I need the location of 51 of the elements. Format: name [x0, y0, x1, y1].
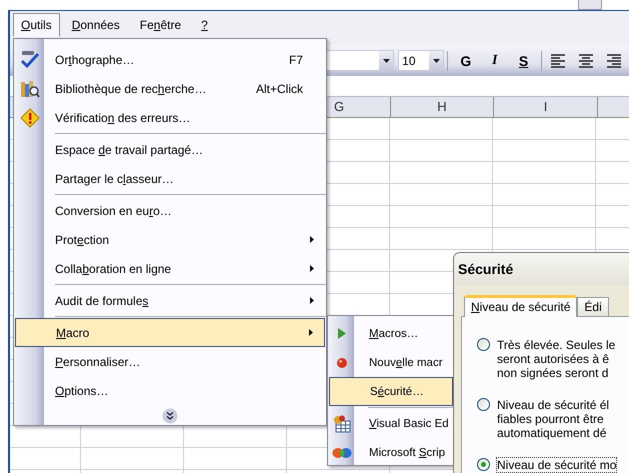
menu-item[interactable]: Macros… [328, 319, 454, 348]
menu-item[interactable]: Options… [14, 376, 326, 405]
menu-item[interactable]: Orthographe… F7 [14, 45, 326, 74]
radio-button[interactable] [477, 338, 490, 351]
books-magnifier-icon [20, 78, 40, 98]
script-editor-icon [332, 446, 352, 460]
menu-item[interactable]: Protection [14, 225, 326, 254]
menu-item[interactable]: Nouvelle macr [328, 348, 454, 377]
shortcut-label: Alt+Click [256, 82, 303, 96]
shortcut-label: F7 [288, 52, 303, 66]
caret-icon [382, 58, 390, 62]
radio-button[interactable] [477, 458, 490, 471]
menu-item[interactable]: Visual Basic Ed [328, 409, 454, 438]
font-size-combo[interactable]: 10 [398, 50, 444, 71]
warning-icon [20, 108, 40, 128]
menu-title[interactable]: Outils [13, 13, 60, 37]
menu-item[interactable]: Partager le classeur… [14, 164, 326, 193]
column-header[interactable]: I [493, 97, 598, 117]
menu-title[interactable]: Données [64, 13, 128, 37]
format-button[interactable]: S [510, 50, 538, 72]
align-right-icon[interactable] [606, 54, 622, 68]
play-icon [338, 328, 346, 339]
dropdown-button[interactable] [379, 51, 394, 70]
column-header[interactable]: H [390, 97, 493, 117]
menu-item[interactable]: Espace de travail partagé… [14, 135, 326, 164]
menu-item[interactable]: Audit de formules [14, 286, 326, 315]
record-icon [337, 358, 347, 368]
menu-title[interactable]: Fenêtre [132, 13, 190, 37]
option-text: Niveau de sécurité mo [496, 457, 618, 473]
format-button[interactable]: I [481, 50, 508, 72]
spell-check-icon [20, 50, 40, 70]
option-text: Très élevée. Seules le seront autorisées à ê non signées seront d [496, 337, 616, 381]
menu-item[interactable]: Conversion en euro… [14, 196, 326, 225]
menu-title[interactable]: ? [193, 13, 216, 37]
menu-item[interactable]: Personnaliser… [14, 347, 326, 376]
menu-item[interactable]: Sécurité… [329, 377, 453, 406]
tab[interactable]: Niveau de sécurité [464, 295, 578, 317]
dialog-title: Sécurité [454, 253, 629, 285]
align-center-icon[interactable] [578, 54, 594, 68]
menu-item[interactable]: Macro [15, 318, 325, 347]
format-button[interactable]: G [452, 50, 480, 72]
tab[interactable]: Édi [577, 297, 609, 316]
expand-chevron-icon[interactable] [162, 408, 178, 424]
menu-item[interactable]: Microsoft Scrip [328, 438, 454, 465]
radio-button[interactable] [477, 398, 490, 411]
align-left-icon[interactable] [550, 54, 566, 68]
option-text: Niveau de sécurité él fiables pourront être automatiquement dé [496, 397, 610, 441]
code-editor-icon [333, 414, 351, 432]
menu-item[interactable]: Collaboration en ligne [14, 254, 326, 283]
dropdown-button[interactable] [429, 51, 444, 70]
caret-icon [432, 58, 440, 62]
